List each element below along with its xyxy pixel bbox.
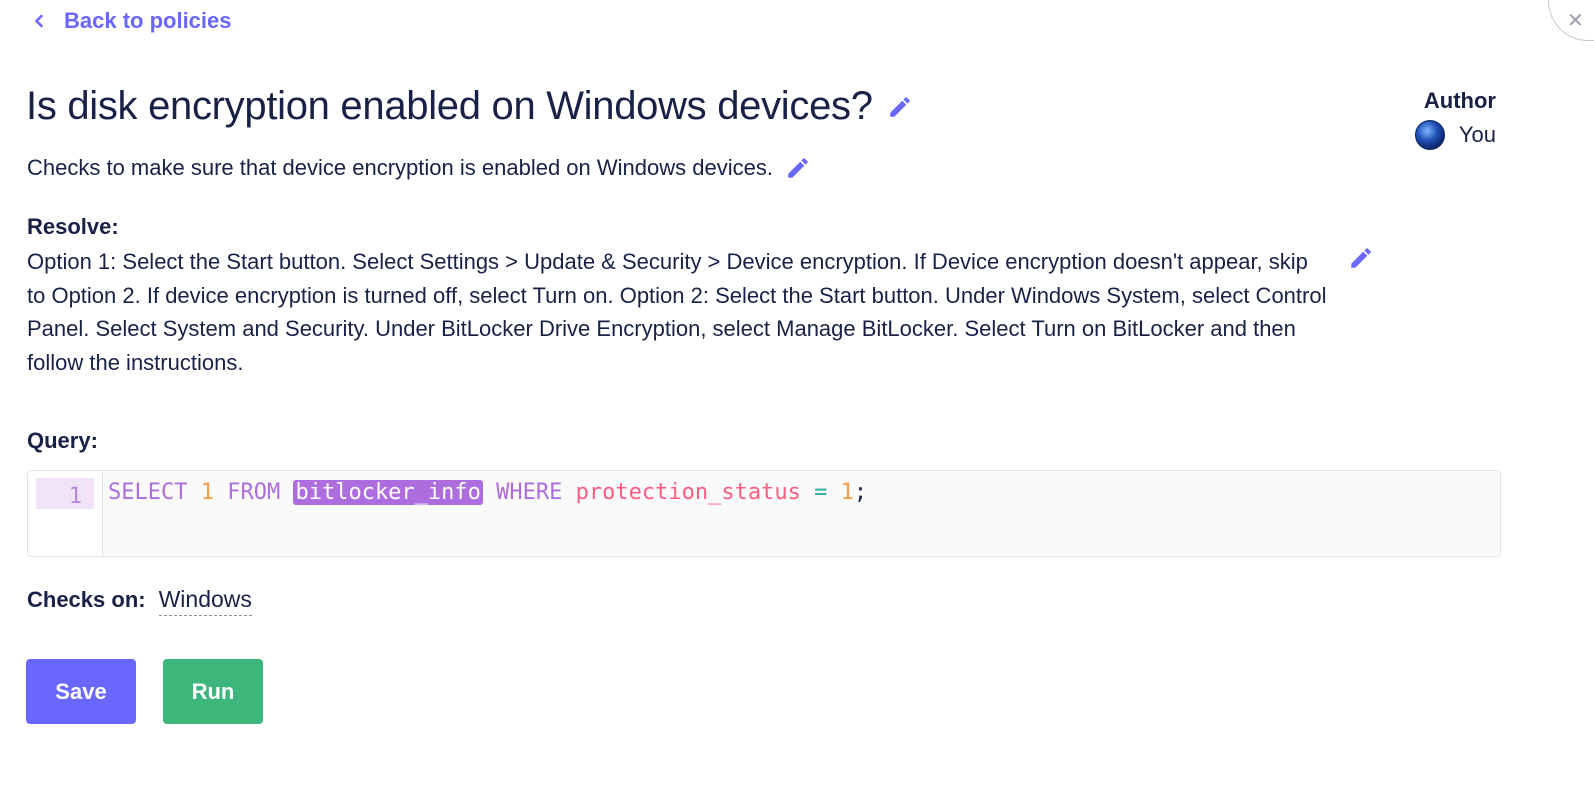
chevron-left-icon: [32, 8, 46, 34]
checks-on-platform[interactable]: Windows: [158, 586, 252, 616]
code-line[interactable]: SELECT 1 FROM bitlocker_info WHERE prote…: [108, 479, 867, 507]
policy-title[interactable]: Is disk encryption enabled on Windows de…: [26, 84, 873, 129]
edit-title-pencil-icon[interactable]: [887, 94, 913, 120]
sql-keyword-from: FROM: [227, 480, 281, 505]
close-button[interactable]: ✕: [1548, 0, 1594, 41]
sql-keyword-select: SELECT: [108, 480, 188, 505]
author-row: You: [1414, 120, 1496, 150]
close-icon: ✕: [1567, 10, 1584, 32]
resolve-text[interactable]: Option 1: Select the Start button. Selec…: [27, 245, 1327, 379]
sql-number: 1: [200, 480, 214, 505]
query-label: Query:: [27, 428, 98, 453]
edit-resolve-pencil-icon[interactable]: [1348, 245, 1374, 271]
description-row: Checks to make sure that device encrypti…: [27, 155, 811, 181]
checks-on-label: Checks on:: [27, 587, 146, 612]
sql-operator: =: [814, 480, 828, 505]
line-number: 1: [36, 478, 94, 509]
back-link-label: Back to policies: [64, 8, 232, 33]
query-editor[interactable]: 1 SELECT 1 FROM bitlocker_info WHERE pro…: [27, 470, 1501, 557]
sql-column-name: protection_status: [575, 480, 801, 505]
sql-table-name: bitlocker_info: [293, 480, 483, 505]
policy-detail-page: Back to policies ✕ Is disk encryption en…: [0, 0, 1594, 795]
avatar: [1414, 120, 1445, 150]
editor-gutter: 1: [28, 471, 103, 556]
edit-description-pencil-icon[interactable]: [785, 155, 811, 181]
author-block: Author You: [1414, 88, 1496, 150]
sql-keyword-where: WHERE: [496, 480, 563, 505]
checks-on-row: Checks on: Windows: [27, 586, 252, 616]
author-name: You: [1458, 122, 1496, 147]
run-button[interactable]: Run: [163, 659, 263, 724]
title-row: Is disk encryption enabled on Windows de…: [26, 84, 913, 129]
policy-description[interactable]: Checks to make sure that device encrypti…: [27, 155, 773, 181]
back-to-policies-link[interactable]: Back to policies: [32, 8, 232, 34]
author-label: Author: [1423, 88, 1496, 113]
resolve-label: Resolve:: [27, 214, 119, 239]
sql-terminator: ;: [853, 480, 868, 505]
save-button[interactable]: Save: [26, 659, 136, 724]
sql-value: 1: [840, 480, 854, 505]
